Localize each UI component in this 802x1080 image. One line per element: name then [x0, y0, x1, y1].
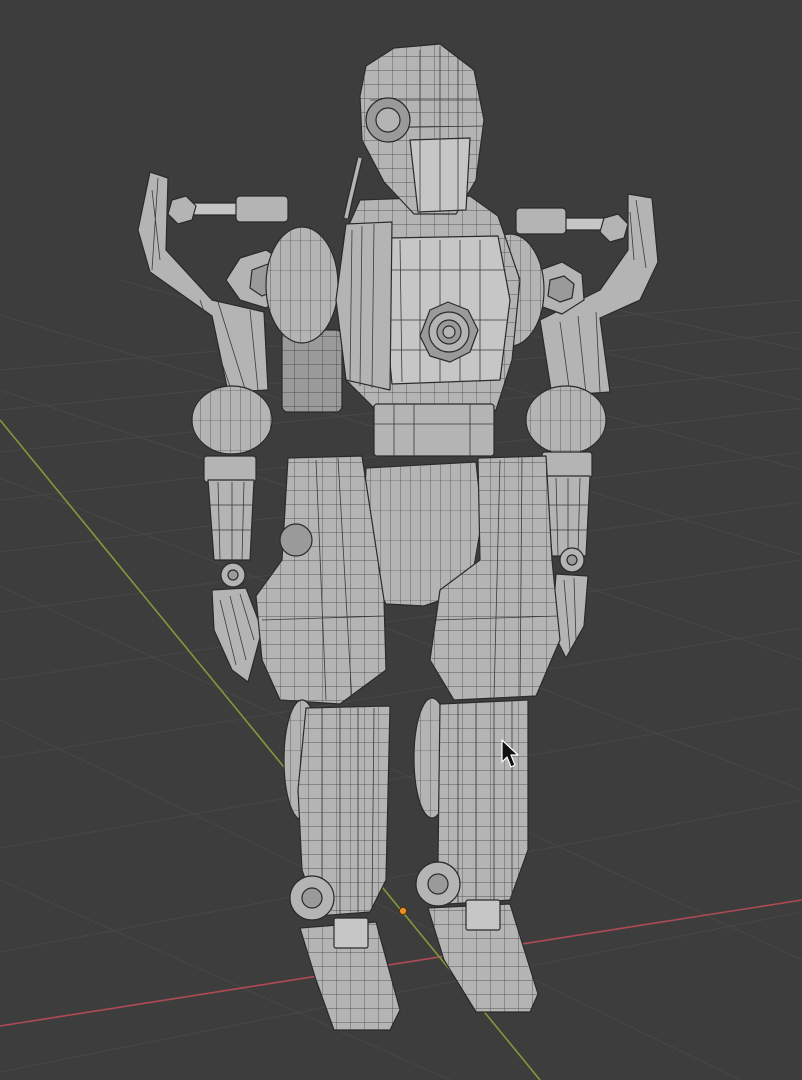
robot-head[interactable] [359, 43, 485, 215]
left-thigh [255, 455, 387, 705]
left-arm [137, 171, 273, 683]
x-axis-line [0, 899, 802, 1027]
waist-block [373, 403, 495, 457]
3d-viewport[interactable] [0, 0, 802, 1080]
torso [335, 195, 521, 415]
left-foot [299, 917, 401, 1031]
robot-model[interactable] [137, 43, 659, 1031]
object-origin-point [398, 906, 408, 916]
right-foot [427, 899, 539, 1013]
